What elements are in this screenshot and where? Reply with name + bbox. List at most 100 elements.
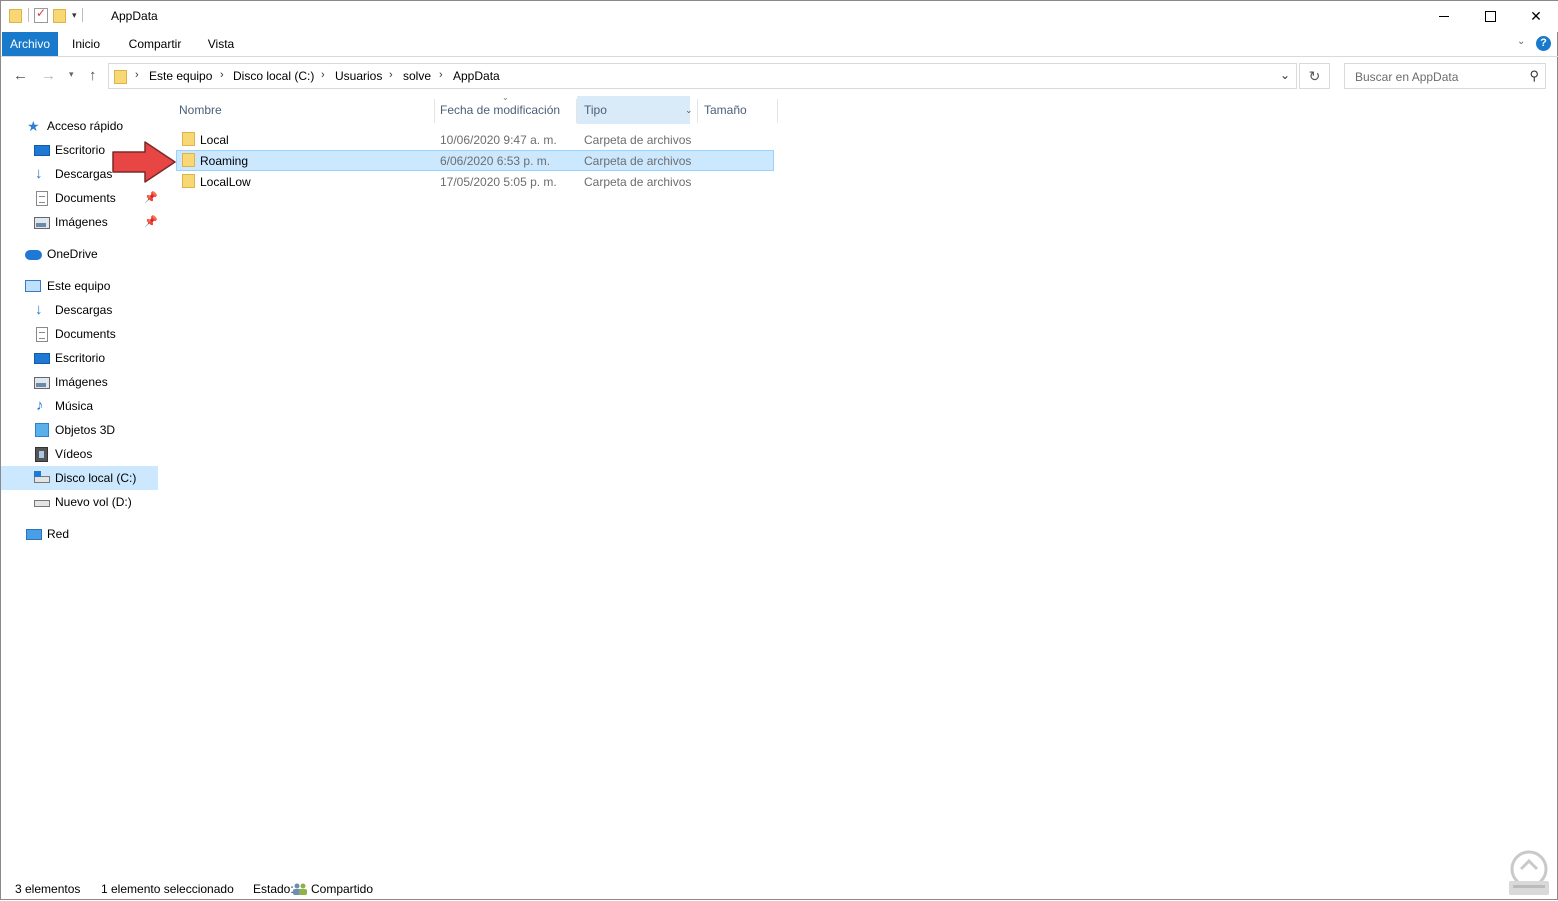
sidebar-item-label: Este equipo (47, 279, 111, 293)
new-folder-icon[interactable] (53, 7, 67, 23)
sidebar-item-onedrive[interactable]: OneDrive (1, 242, 158, 266)
sidebar-item-disco-local-c[interactable]: Disco local (C:) (1, 466, 158, 490)
customize-toolbar-chevron-icon[interactable]: ▾ (72, 10, 77, 21)
sidebar-item-label: Documents (55, 327, 116, 341)
refresh-button[interactable]: ↻ (1299, 63, 1330, 89)
music-icon: ♪ (36, 397, 44, 414)
sidebar-item-documents[interactable]: Documents 📌 (1, 186, 158, 210)
3d-objects-icon (35, 423, 49, 437)
sidebar-item-imagenes[interactable]: Imágenes 📌 (1, 210, 158, 234)
computer-icon (25, 280, 41, 292)
folder-icon (182, 153, 195, 167)
network-icon (26, 529, 42, 540)
sidebar-item-acceso-rapido[interactable]: ★ Acceso rápido (1, 114, 158, 138)
minimize-button[interactable] (1421, 1, 1467, 32)
tab-archivo[interactable]: Archivo (2, 32, 58, 56)
star-icon: ★ (27, 118, 40, 134)
column-header-size[interactable]: Tamaño (704, 96, 776, 124)
file-modified: 17/05/2020 5:05 p. m. (440, 175, 557, 189)
file-type: Carpeta de archivos (584, 154, 692, 168)
videos-icon (35, 447, 48, 462)
column-header-name[interactable]: Nombre (176, 96, 435, 124)
maximize-icon (1484, 11, 1496, 22)
help-icon[interactable]: ? (1536, 36, 1551, 51)
search-input[interactable] (1353, 69, 1517, 85)
state-value: Compartido (311, 882, 374, 896)
sidebar-item-nuevo-vol-d[interactable]: Nuevo vol (D:) (1, 490, 158, 514)
up-arrow-icon[interactable]: ↑ (89, 67, 97, 84)
sidebar-item-este-equipo[interactable]: Este equipo (1, 274, 158, 298)
sidebar-item-documents-pc[interactable]: Documents (1, 322, 158, 346)
sidebar-item-label: Red (47, 527, 70, 541)
close-button[interactable]: ✕ (1513, 1, 1558, 32)
pictures-icon (34, 217, 50, 229)
column-filter-chevron-icon[interactable]: ⌄ (685, 105, 693, 116)
breadcrumb-chevron-icon[interactable]: › (389, 69, 393, 81)
breadcrumb-chevron-icon[interactable]: › (321, 69, 325, 81)
breadcrumb-este-equipo[interactable]: Este equipo (149, 69, 212, 83)
sidebar-item-red[interactable]: Red (1, 522, 158, 546)
address-bar[interactable]: › Este equipo › Disco local (C:) › Usuar… (108, 63, 1297, 89)
maximize-button[interactable] (1467, 1, 1513, 32)
pin-icon[interactable]: 📌 (144, 191, 158, 204)
forward-arrow-icon[interactable]: → (41, 67, 56, 84)
toolbar-separator (81, 8, 83, 22)
sidebar-item-label: OneDrive (47, 247, 98, 261)
window-title: AppData (111, 9, 158, 23)
file-modified: 6/06/2020 6:53 p. m. (440, 154, 551, 168)
sidebar-item-label: Documents (55, 191, 116, 205)
file-row-roaming[interactable]: Roaming 6/06/2020 6:53 p. m. Carpeta de … (176, 150, 774, 171)
tab-compartir[interactable]: Compartir (119, 32, 191, 56)
column-header-modified[interactable]: Fecha de modificación (440, 96, 576, 124)
breadcrumb-chevron-icon[interactable]: › (439, 69, 443, 81)
file-row-local[interactable]: Local 10/06/2020 9:47 a. m. Carpeta de a… (176, 129, 774, 150)
sidebar-item-label: Escritorio (55, 143, 106, 157)
explorer-window: ▾ AppData ✕ Archivo Inicio Compartir Vis… (0, 0, 1558, 900)
recent-locations-chevron-icon[interactable]: ▾ (69, 69, 74, 80)
column-divider[interactable] (777, 99, 778, 123)
sidebar-item-imagenes-pc[interactable]: Imágenes (1, 370, 158, 394)
properties-icon[interactable] (34, 6, 48, 23)
breadcrumb-chevron-icon[interactable]: › (135, 69, 139, 81)
documents-icon (36, 327, 48, 342)
documents-icon (36, 191, 48, 206)
breadcrumb-usuarios[interactable]: Usuarios (335, 69, 382, 83)
sidebar-item-descargas-pc[interactable]: ↓ Descargas (1, 298, 158, 322)
tab-vista[interactable]: Vista (199, 32, 243, 56)
address-history-chevron-icon[interactable]: ⌄ (1280, 68, 1290, 82)
search-icon[interactable]: ⚲ (1529, 68, 1539, 84)
sidebar-item-label: Imágenes (55, 375, 108, 389)
sidebar-item-videos[interactable]: Vídeos (1, 442, 158, 466)
file-row-locallow[interactable]: LocalLow 17/05/2020 5:05 p. m. Carpeta d… (176, 171, 774, 192)
breadcrumb-solve[interactable]: solve (403, 69, 431, 83)
breadcrumb-disco-local[interactable]: Disco local (C:) (233, 69, 314, 83)
column-divider[interactable] (697, 99, 698, 123)
file-type: Carpeta de archivos (584, 133, 692, 147)
state-label: Estado: (253, 882, 294, 896)
back-arrow-icon[interactable]: ← (13, 67, 28, 84)
item-count: 3 elementos (15, 882, 81, 896)
sidebar-item-objetos-3d[interactable]: Objetos 3D (1, 418, 158, 442)
sidebar-item-label: Vídeos (55, 447, 93, 461)
sidebar-item-escritorio-pc[interactable]: Escritorio (1, 346, 158, 370)
search-box[interactable]: ⚲ (1344, 63, 1546, 89)
breadcrumb-chevron-icon[interactable]: › (220, 69, 224, 81)
pictures-icon (34, 377, 50, 389)
downloads-icon: ↓ (35, 165, 43, 182)
expand-ribbon-chevron-icon[interactable]: ⌄ (1517, 36, 1525, 47)
desktop-icon (34, 145, 50, 156)
pin-icon[interactable]: 📌 (144, 215, 158, 228)
title-bar: ▾ AppData ✕ (1, 1, 1558, 32)
column-divider[interactable] (434, 99, 435, 123)
refresh-icon: ↻ (1308, 68, 1321, 84)
sidebar-item-label: Disco local (C:) (55, 471, 137, 485)
sidebar-item-label: Objetos 3D (55, 423, 116, 437)
sidebar-item-musica[interactable]: ♪ Música (1, 394, 158, 418)
sidebar-item-label: Descargas (55, 303, 113, 317)
drive-icon (34, 500, 50, 507)
tab-inicio[interactable]: Inicio (64, 32, 108, 56)
column-header-type[interactable]: Tipo (577, 96, 690, 124)
file-modified: 10/06/2020 9:47 a. m. (440, 133, 557, 147)
downloads-icon: ↓ (35, 301, 43, 318)
breadcrumb-appdata[interactable]: AppData (453, 69, 500, 83)
